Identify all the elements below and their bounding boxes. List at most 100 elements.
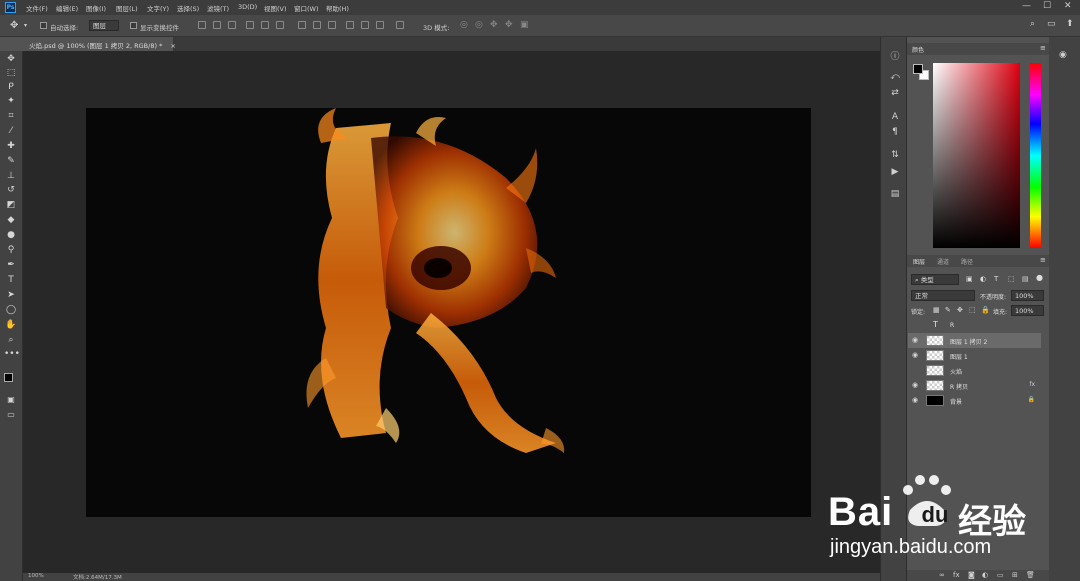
align-hcenter-icon[interactable] <box>261 21 269 29</box>
minimize-button[interactable]: — <box>1022 1 1031 11</box>
filter-adjust-icon[interactable]: ◐ <box>980 275 986 283</box>
eraser-tool-icon[interactable]: ◩ <box>4 199 18 211</box>
document-tab[interactable]: 火焰.psd @ 100% (图层 1 拷贝 2, RGB/8) * × <box>23 37 176 51</box>
crop-tool-icon[interactable]: ⌗ <box>4 110 18 122</box>
character-panel-icon[interactable]: A <box>890 112 900 122</box>
paragraph-panel-icon[interactable]: ¶ <box>890 127 900 137</box>
align-left-icon[interactable] <box>246 21 254 29</box>
visibility-icon[interactable]: ◉ <box>912 351 918 359</box>
history-panel-icon[interactable]: ⤺ <box>890 72 900 82</box>
fx-badge[interactable]: fx <box>1029 381 1035 388</box>
screen-mode-icon[interactable]: ▭ <box>4 409 18 421</box>
3d-rotate-icon[interactable]: ◎ <box>460 20 468 30</box>
move-icon[interactable]: ✥ <box>10 20 18 31</box>
blur-tool-icon[interactable]: ● <box>4 229 18 241</box>
align-bottom-icon[interactable] <box>228 21 236 29</box>
menu-select[interactable]: 选择(S) <box>177 3 199 13</box>
delete-layer-icon[interactable]: 🗑 <box>1026 571 1035 579</box>
visibility-icon[interactable]: ◉ <box>912 321 918 329</box>
shape-tool-icon[interactable]: ◯ <box>4 304 18 316</box>
workspace-icon[interactable]: ▭ <box>1047 19 1056 29</box>
layers-menu-icon[interactable]: ≡ <box>1040 256 1046 264</box>
align-right-icon[interactable] <box>276 21 284 29</box>
visibility-icon[interactable]: ◉ <box>912 336 918 344</box>
search-icon[interactable]: ⌕ <box>1030 19 1035 29</box>
visibility-icon[interactable]: ◉ <box>912 366 918 374</box>
zoom-tool-icon[interactable]: ⌕ <box>4 334 18 346</box>
brush-tool-icon[interactable]: ✎ <box>4 155 18 167</box>
new-layer-icon[interactable]: ⊞ <box>1012 571 1018 579</box>
menu-layer[interactable]: 图层(L) <box>116 3 138 13</box>
document-info[interactable]: 文档:2.64M/17.3M <box>73 573 122 581</box>
auto-align-icon[interactable] <box>396 21 404 29</box>
history-brush-tool-icon[interactable]: ↺ <box>4 184 18 196</box>
auto-select-checkbox[interactable] <box>40 22 47 29</box>
visibility-icon[interactable]: ◉ <box>912 381 918 389</box>
lock-position-icon[interactable]: ✥ <box>957 306 963 314</box>
healing-tool-icon[interactable]: ✚ <box>4 140 18 152</box>
auto-select-dropdown[interactable]: 图层 <box>89 20 119 31</box>
hue-slider[interactable] <box>1030 63 1041 248</box>
tab-channels[interactable]: 通道 <box>937 257 949 266</box>
gradient-tool-icon[interactable]: ◆ <box>4 214 18 226</box>
marquee-tool-icon[interactable]: ⬚ <box>4 67 18 79</box>
adjustment-layer-icon[interactable]: ◐ <box>982 571 988 579</box>
menu-help[interactable]: 帮助(H) <box>326 3 349 13</box>
libraries-icon[interactable]: ◉ <box>1059 50 1067 60</box>
add-mask-icon[interactable]: ◙ <box>968 571 975 579</box>
brush-settings-panel-icon[interactable]: ⇅ <box>890 150 900 160</box>
layer-row-layer1-copy2[interactable]: ◉ 图层 1 拷贝 2 <box>908 333 1041 348</box>
3d-scale-icon[interactable]: ▣ <box>520 20 529 30</box>
show-transform-checkbox[interactable] <box>130 22 137 29</box>
tab-color[interactable]: 颜色 <box>912 45 924 54</box>
quick-mask-icon[interactable]: ▣ <box>4 394 18 406</box>
info-panel-icon[interactable]: ⓘ <box>890 49 900 62</box>
filter-shape-icon[interactable]: ⬚ <box>1008 275 1015 283</box>
blend-mode-dropdown[interactable]: 正常 <box>911 290 975 301</box>
menu-view[interactable]: 视图(V) <box>264 3 287 13</box>
layer-row-r-copy[interactable]: ◉ R 拷贝 fx <box>908 378 1041 393</box>
color-picker-field[interactable] <box>933 63 1020 248</box>
layer-row-fire[interactable]: ◉ 火焰 <box>908 363 1041 378</box>
tab-layers[interactable]: 图层 <box>913 257 925 266</box>
lock-pixels-icon[interactable]: ✎ <box>945 306 951 314</box>
menu-type[interactable]: 文字(Y) <box>147 3 169 13</box>
eyedropper-tool-icon[interactable]: ⁄ <box>4 125 18 137</box>
chevron-down-icon[interactable]: ▾ <box>24 22 27 29</box>
share-icon[interactable]: ⬆ <box>1066 19 1074 29</box>
adjustments-panel-icon[interactable]: ⇄ <box>890 88 900 98</box>
fill-input[interactable]: 100% <box>1011 305 1044 316</box>
more-tools-icon[interactable]: ••• <box>4 348 20 360</box>
color-foreground-swatch[interactable] <box>913 64 923 74</box>
distribute-right-icon[interactable] <box>376 21 384 29</box>
visibility-icon[interactable]: ◉ <box>912 396 918 404</box>
close-window-button[interactable]: ✕ <box>1064 1 1072 11</box>
type-tool-icon[interactable]: T <box>4 274 18 286</box>
distribute-top-icon[interactable] <box>298 21 306 29</box>
opacity-input[interactable]: 100% <box>1011 290 1044 301</box>
tab-paths[interactable]: 路径 <box>961 257 973 266</box>
distribute-left-icon[interactable] <box>346 21 354 29</box>
layer-style-icon[interactable]: fx <box>953 571 960 579</box>
filter-pixel-icon[interactable]: ▣ <box>966 275 973 283</box>
menu-image[interactable]: 图像(I) <box>86 3 106 13</box>
menu-window[interactable]: 窗口(W) <box>294 3 319 13</box>
lock-transparency-icon[interactable]: ▦ <box>933 306 940 314</box>
lock-all-icon[interactable]: 🔒 <box>981 306 990 314</box>
menu-edit[interactable]: 编辑(E) <box>56 3 78 13</box>
close-tab-icon[interactable]: × <box>170 42 175 50</box>
move-tool-icon[interactable]: ✥ <box>4 53 18 65</box>
filter-toggle-icon[interactable]: ● <box>1036 273 1043 282</box>
path-select-tool-icon[interactable]: ➤ <box>4 289 18 301</box>
new-group-icon[interactable]: ▭ <box>997 571 1004 579</box>
distribute-hcenter-icon[interactable] <box>361 21 369 29</box>
distribute-bottom-icon[interactable] <box>328 21 336 29</box>
actions-panel-icon[interactable]: ▶ <box>890 167 900 177</box>
menu-filter[interactable]: 滤镜(T) <box>207 3 229 13</box>
filter-type-icon[interactable]: T <box>994 275 998 283</box>
distribute-vcenter-icon[interactable] <box>313 21 321 29</box>
panel-menu-icon[interactable]: ≡ <box>1040 44 1046 52</box>
maximize-button[interactable]: ☐ <box>1043 1 1051 11</box>
zoom-level[interactable]: 100% <box>28 573 44 579</box>
3d-pan-icon[interactable]: ✥ <box>490 20 498 30</box>
